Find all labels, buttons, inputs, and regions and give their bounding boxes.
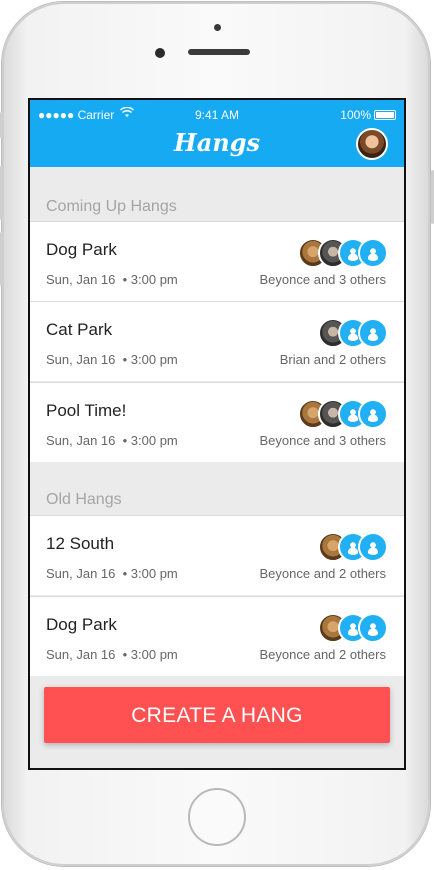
hang-date: Sun, Jan 16 • 3:00 pm xyxy=(46,647,178,662)
section-title-upcoming: Coming Up Hangs xyxy=(46,198,177,215)
home-button[interactable] xyxy=(188,788,246,846)
user-icon xyxy=(358,532,388,562)
attendee-avatars xyxy=(298,238,388,268)
volume-down-button xyxy=(0,232,3,286)
user-icon xyxy=(358,613,388,643)
user-icon xyxy=(358,399,388,429)
front-camera xyxy=(155,48,165,58)
hang-name: Dog Park xyxy=(46,615,117,634)
hang-name: Dog Park xyxy=(46,240,117,259)
hang-date: Sun, Jan 16 • 3:00 pm xyxy=(46,352,178,367)
earpiece-speaker xyxy=(188,49,250,55)
attendee-avatars xyxy=(318,532,388,562)
create-hang-label: CREATE A HANG xyxy=(131,704,303,727)
user-icon xyxy=(358,318,388,348)
hang-card[interactable]: Cat Park Sun, Jan 16 • 3:00 pm Brian and… xyxy=(30,301,404,381)
hang-name: Cat Park xyxy=(46,320,113,339)
hang-card[interactable]: Pool Time! Sun, Jan 16 • 3:00 pm Beyonce… xyxy=(30,382,404,462)
battery-icon xyxy=(374,110,396,120)
create-hang-button[interactable]: CREATE A HANG xyxy=(44,687,390,743)
hang-card[interactable]: 12 South Sun, Jan 16 • 3:00 pm Beyonce a… xyxy=(30,515,404,595)
hang-card[interactable]: Dog Park Sun, Jan 16 • 3:00 pm Beyonce a… xyxy=(30,221,404,301)
hang-attendees: Beyonce and 2 others xyxy=(259,647,386,662)
hang-attendees: Beyonce and 3 others xyxy=(259,433,386,448)
attendee-avatars xyxy=(318,318,388,348)
section-title-old: Old Hangs xyxy=(46,491,122,508)
mute-switch xyxy=(0,112,3,138)
user-icon xyxy=(358,238,388,268)
battery-status: 100% xyxy=(340,108,396,122)
app-screen: ●●●●● Carrier 9:41 AM 100% Hangs Coming … xyxy=(28,98,406,770)
hang-name: Pool Time! xyxy=(46,401,127,420)
app-header: ●●●●● Carrier 9:41 AM 100% Hangs xyxy=(30,100,404,167)
hang-date: Sun, Jan 16 • 3:00 pm xyxy=(46,272,178,287)
hang-name: 12 South xyxy=(46,534,115,553)
profile-avatar-icon[interactable] xyxy=(356,128,388,160)
hang-attendees: Beyonce and 2 others xyxy=(259,566,386,581)
hang-attendees: Beyonce and 3 others xyxy=(259,272,386,287)
app-title: Hangs xyxy=(174,128,260,157)
hang-date: Sun, Jan 16 • 3:00 pm xyxy=(46,566,178,581)
attendee-avatars xyxy=(298,399,388,429)
hang-card[interactable]: Dog Park Sun, Jan 16 • 3:00 pm Beyonce a… xyxy=(30,596,404,676)
sensor-dot xyxy=(214,24,221,31)
hang-attendees: Brian and 2 others xyxy=(279,352,386,367)
battery-percent: 100% xyxy=(340,108,371,122)
hang-date: Sun, Jan 16 • 3:00 pm xyxy=(46,433,178,448)
attendee-avatars xyxy=(318,613,388,643)
volume-up-button xyxy=(0,166,3,220)
